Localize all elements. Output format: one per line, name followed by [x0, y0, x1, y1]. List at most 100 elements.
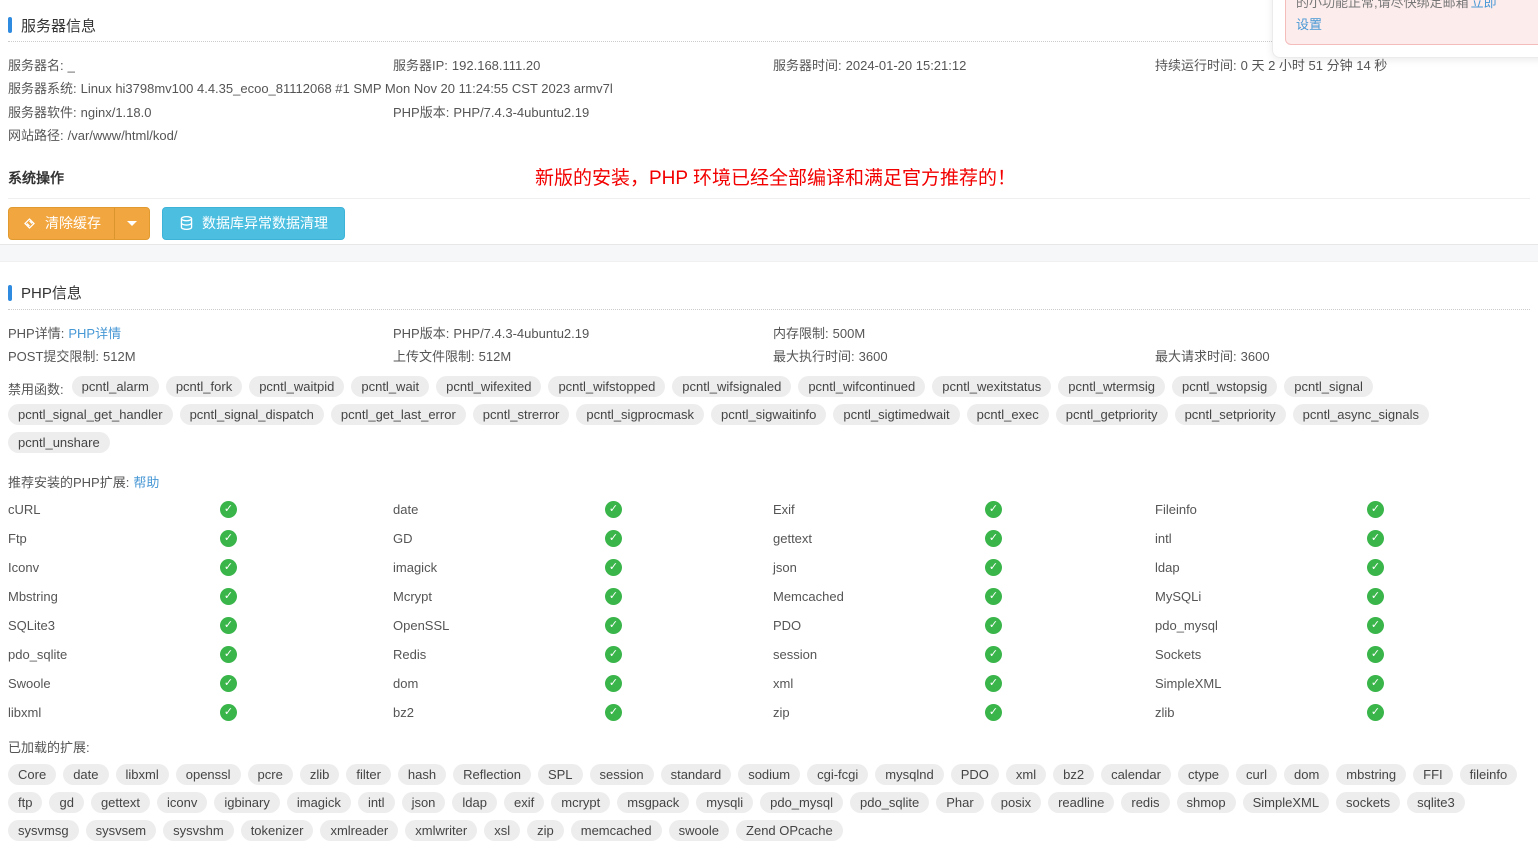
server-path-label: 网站路径:: [8, 128, 64, 143]
loaded-extension-tag: shmop: [1177, 792, 1236, 813]
extension-name: ldap: [1155, 560, 1367, 575]
alert-settings-link[interactable]: 设置: [1296, 17, 1322, 32]
check-icon: [985, 530, 1002, 547]
extension-name: json: [773, 560, 985, 575]
extension-name: Swoole: [8, 676, 220, 691]
extension-name: intl: [1155, 531, 1367, 546]
loaded-extension-tag: tokenizer: [241, 820, 314, 841]
extension-row: SimpleXML: [1155, 669, 1530, 698]
disabled-function-tag: pcntl_sigprocmask: [576, 404, 704, 425]
php-memory-field: 内存限制:500M: [773, 322, 1530, 345]
extension-name: date: [393, 502, 605, 517]
extension-row: gettext: [773, 524, 1155, 553]
extensions-grid: cURL date Exif Fileinfo Ftp: [8, 495, 1530, 727]
php-detail-field: PHP详情:PHP详情: [8, 322, 393, 345]
check-icon: [1367, 675, 1384, 692]
loaded-extension-tag: PDO: [951, 764, 999, 785]
disabled-functions-label: 禁用函数:: [8, 379, 64, 398]
server-uptime-label: 持续运行时间:: [1155, 58, 1237, 73]
extension-row: Memcached: [773, 582, 1155, 611]
check-icon: [1367, 704, 1384, 721]
extension-row: Exif: [773, 495, 1155, 524]
extension-row: GD: [393, 524, 773, 553]
loaded-extension-tag: hash: [398, 764, 446, 785]
check-icon: [220, 559, 237, 576]
loaded-extension-tag: memcached: [571, 820, 662, 841]
server-phpver-label: PHP版本:: [393, 105, 449, 120]
php-upload-label: 上传文件限制:: [393, 349, 475, 364]
disabled-function-tag: pcntl_wifsignaled: [672, 376, 791, 397]
db-clean-button[interactable]: 数据库异常数据清理: [162, 207, 345, 240]
disabled-function-tag: pcntl_strerror: [473, 404, 570, 425]
loaded-extensions: Core date libxml openssl pcre zlib filte…: [8, 764, 1530, 848]
recommended-extensions-row: 推荐安装的PHP扩展:帮助: [8, 472, 1530, 491]
extension-name: Redis: [393, 647, 605, 662]
extension-row: zip: [773, 698, 1155, 727]
php-max-exec-label: 最大执行时间:: [773, 349, 855, 364]
php-detail-link[interactable]: PHP详情: [68, 326, 121, 341]
extension-name: Iconv: [8, 560, 220, 575]
extension-name: GD: [393, 531, 605, 546]
loaded-extension-tag: session: [590, 764, 654, 785]
extension-name: MySQLi: [1155, 589, 1367, 604]
php-upload-value: 512M: [479, 349, 512, 364]
loaded-extension-tag: readline: [1048, 792, 1114, 813]
check-icon: [985, 559, 1002, 576]
loaded-extension-tag: date: [63, 764, 108, 785]
extension-row: SQLite3: [8, 611, 393, 640]
loaded-extension-tag: xmlreader: [320, 820, 398, 841]
loaded-extension-tag: intl: [358, 792, 395, 813]
php-info-header: PHP信息: [8, 282, 1530, 304]
disabled-function-tag: pcntl_waitpid: [249, 376, 344, 397]
clear-cache-split-button[interactable]: 清除缓存: [8, 207, 150, 240]
php-post-label: POST提交限制:: [8, 349, 99, 364]
server-ip-value: 192.168.111.20: [452, 58, 540, 73]
clear-cache-dropdown-toggle[interactable]: [114, 208, 149, 239]
clear-cache-icon: [22, 216, 37, 231]
server-phpver-value: PHP/7.4.3-4ubuntu2.19: [453, 105, 589, 120]
help-link[interactable]: 帮助: [133, 475, 159, 490]
check-icon: [220, 675, 237, 692]
extension-row: Swoole: [8, 669, 393, 698]
check-icon: [220, 704, 237, 721]
notification-popup: 的小功能正常,请尽快绑定邮箱立即 设置: [1272, 0, 1538, 58]
check-icon: [985, 675, 1002, 692]
server-time-value: 2024-01-20 15:21:12: [846, 58, 967, 73]
disabled-function-tag: pcntl_sigwaitinfo: [711, 404, 826, 425]
disabled-function-tag: pcntl_wait: [351, 376, 429, 397]
extension-name: Exif: [773, 502, 985, 517]
extension-name: dom: [393, 676, 605, 691]
alert-action-link[interactable]: 立即: [1471, 0, 1497, 10]
php-version-field: PHP版本:PHP/7.4.3-4ubuntu2.19: [393, 322, 773, 345]
loaded-extension-tag: msgpack: [617, 792, 689, 813]
loaded-extension-tag: posix: [991, 792, 1041, 813]
disabled-function-tag: pcntl_get_last_error: [331, 404, 466, 425]
disabled-function-tag: pcntl_wstopsig: [1172, 376, 1277, 397]
loaded-extension-tag: gettext: [91, 792, 150, 813]
loaded-extension-tag: filter: [346, 764, 391, 785]
extension-name: Mbstring: [8, 589, 220, 604]
loaded-extension-tag: xmlwriter: [405, 820, 477, 841]
extension-row: bz2: [393, 698, 773, 727]
extension-name: zip: [773, 705, 985, 720]
extension-row: intl: [1155, 524, 1530, 553]
loaded-extension-tag: SimpleXML: [1243, 792, 1329, 813]
loaded-extension-tag: libxml: [116, 764, 169, 785]
disabled-function-tag: pcntl_exec: [967, 404, 1049, 425]
loaded-extension-tag: sysvsem: [86, 820, 157, 841]
check-icon: [985, 501, 1002, 518]
loaded-extension-tag: Reflection: [453, 764, 531, 785]
extension-row: session: [773, 640, 1155, 669]
loaded-extension-tag: bz2: [1053, 764, 1094, 785]
server-uptime-value: 0 天 2 小时 51 分钟 14 秒: [1241, 58, 1388, 73]
loaded-extension-tag: calendar: [1101, 764, 1171, 785]
server-phpver-field: PHP版本: PHP/7.4.3-4ubuntu2.19: [393, 101, 1530, 124]
check-icon: [605, 501, 622, 518]
clear-cache-button[interactable]: 清除缓存: [9, 208, 114, 239]
extension-row: Fileinfo: [1155, 495, 1530, 524]
check-icon: [220, 530, 237, 547]
extension-name: imagick: [393, 560, 605, 575]
extension-name: OpenSSL: [393, 618, 605, 633]
loaded-extension-tag: pdo_mysql: [760, 792, 843, 813]
disabled-function-tag: pcntl_unshare: [8, 432, 110, 453]
